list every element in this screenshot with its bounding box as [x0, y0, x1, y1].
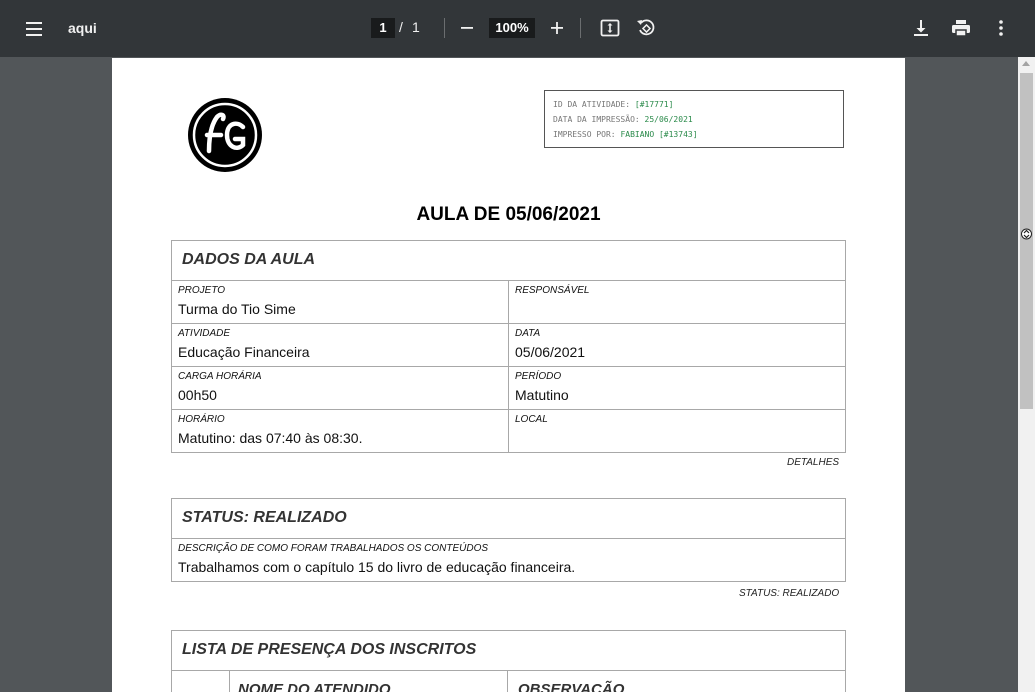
document-title: aqui — [68, 20, 97, 36]
rotate-icon[interactable] — [634, 16, 658, 40]
attendance-col-nome: NOME DO ATENDIDO — [229, 670, 508, 692]
pdf-page: ID DA ATIVIDADE: [#17771] DATA DA IMPRES… — [112, 58, 905, 692]
section-heading: DADOS DA AULA — [171, 240, 846, 281]
scroll-up-arrow[interactable] — [1022, 61, 1030, 66]
field-horario: HORÁRIO Matutino: das 07:40 às 08:30. — [171, 409, 509, 453]
more-vert-icon[interactable] — [989, 16, 1013, 40]
field-responsavel: RESPONSÁVEL — [508, 280, 846, 324]
zoom-level-input[interactable]: 100% — [489, 18, 535, 38]
menu-icon[interactable] — [22, 17, 46, 41]
download-icon[interactable] — [909, 16, 933, 40]
section-footer-status: STATUS: REALIZADO — [739, 588, 840, 599]
section-footer-detalhes: DETALHES — [787, 457, 840, 468]
zoom-out-icon[interactable] — [455, 16, 479, 40]
scroll-position-marker — [1021, 227, 1032, 241]
field-data: DATA 05/06/2021 — [508, 323, 846, 367]
attendance-col-obs: OBSERVAÇÃO — [507, 670, 846, 692]
print-info-box: ID DA ATIVIDADE: [#17771] DATA DA IMPRES… — [544, 90, 844, 148]
field-carga-horaria: CARGA HORÁRIA 00h50 — [171, 366, 509, 410]
printed-by-line: IMPRESSO POR: FABIANO [#13743] — [553, 130, 698, 139]
zoom-in-icon[interactable] — [545, 16, 569, 40]
fit-page-icon[interactable] — [598, 16, 622, 40]
field-projeto: PROJETO Turma do Tio Sime — [171, 280, 509, 324]
attendance-col-check — [171, 670, 230, 692]
page-total: 1 — [412, 19, 420, 35]
field-periodo: PERÍODO Matutino — [508, 366, 846, 410]
attendance-table: LISTA DE PRESENÇA DOS INSCRITOS NOME DO … — [171, 630, 846, 692]
page-title: AULA DE 05/06/2021 — [416, 204, 601, 225]
pdf-toolbar: aqui 1 / 1 100% — [0, 0, 1035, 57]
field-atividade: ATIVIDADE Educação Financeira — [171, 323, 509, 367]
print-icon[interactable] — [949, 16, 973, 40]
page-number-input[interactable]: 1 — [371, 18, 395, 38]
toolbar-divider — [580, 18, 581, 38]
field-descricao: DESCRIÇÃO DE COMO FORAM TRABALHADOS OS C… — [171, 538, 846, 582]
print-date-line: DATA DA IMPRESSÃO: 25/06/2021 — [553, 115, 693, 124]
section-heading: LISTA DE PRESENÇA DOS INSCRITOS — [171, 630, 846, 671]
logo-icon — [187, 97, 263, 173]
section-heading: STATUS: REALIZADO — [171, 498, 846, 539]
page-separator: / — [399, 19, 403, 35]
class-data-table: DADOS DA AULA PROJETO Turma do Tio Sime R… — [171, 240, 846, 453]
toolbar-divider — [444, 18, 445, 38]
field-local: LOCAL — [508, 409, 846, 453]
status-table: STATUS: REALIZADO DESCRIÇÃO DE COMO FORA… — [171, 498, 846, 582]
activity-id-line: ID DA ATIVIDADE: [#17771] — [553, 100, 674, 109]
